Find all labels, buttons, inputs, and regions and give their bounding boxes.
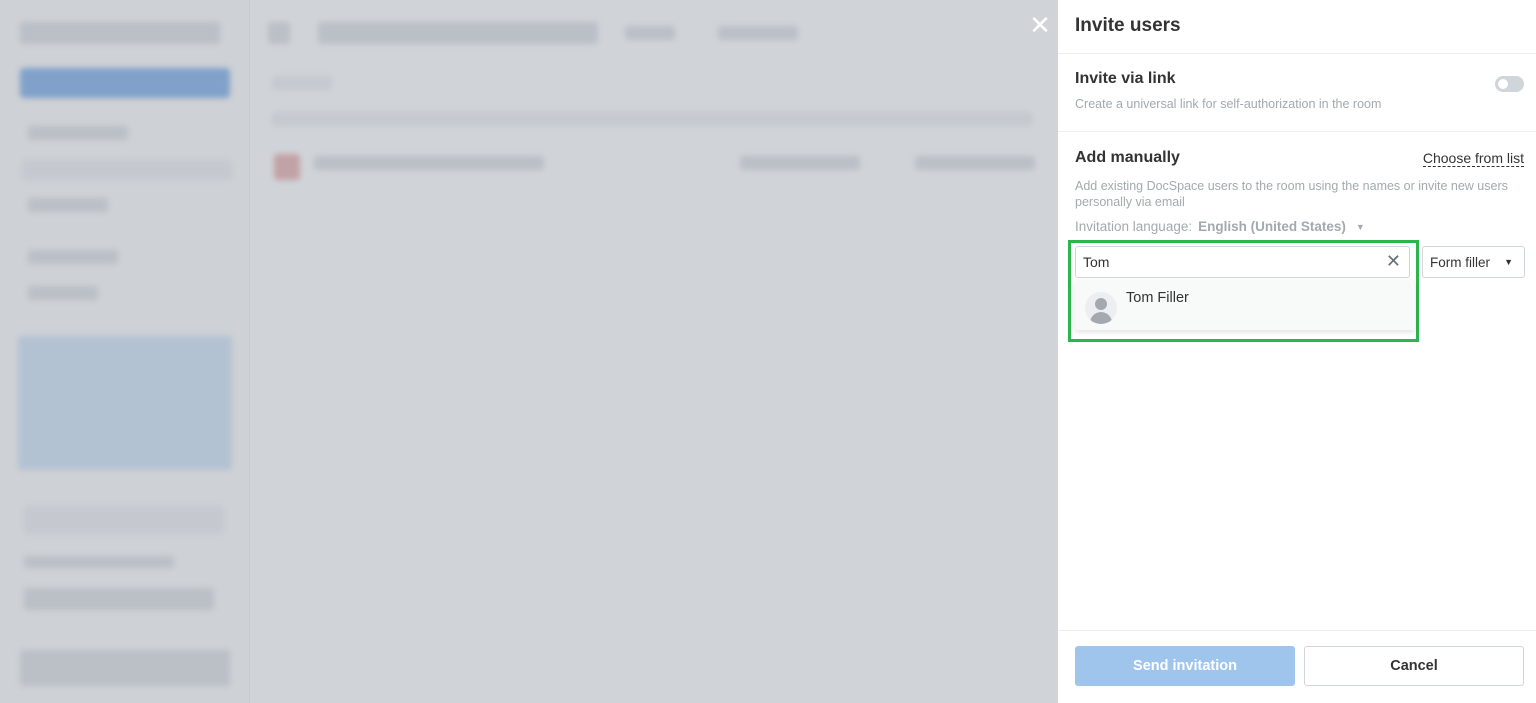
panel-header: Invite users — [1058, 0, 1536, 54]
invitation-language-select[interactable]: English (United States) — [1198, 219, 1346, 234]
invite-users-panel: Invite users Invite via link Create a un… — [1058, 0, 1536, 703]
chevron-down-icon[interactable]: ▼ — [1356, 222, 1365, 232]
chevron-down-icon: ▼ — [1504, 257, 1513, 267]
panel-footer: Send invitation Cancel — [1058, 630, 1536, 703]
send-invitation-button[interactable]: Send invitation — [1075, 646, 1295, 686]
search-result-item[interactable]: Tom Filler — [1075, 280, 1415, 330]
access-role-label: Form filler — [1430, 254, 1490, 270]
invite-via-link-title: Invite via link — [1075, 70, 1176, 87]
add-manually-title: Add manually — [1075, 149, 1180, 166]
invitation-language-row: Invitation language: English (United Sta… — [1075, 219, 1524, 234]
search-result-name: Tom Filler — [1126, 290, 1189, 306]
modal-backdrop[interactable] — [0, 0, 1058, 703]
invite-via-link-section: Invite via link Create a universal link … — [1058, 54, 1536, 132]
avatar — [1085, 292, 1117, 324]
invite-via-link-description: Create a universal link for self-authori… — [1075, 97, 1382, 111]
invitation-language-label: Invitation language: — [1075, 219, 1193, 234]
user-search-box[interactable]: ✕ — [1075, 246, 1410, 278]
invite-link-toggle[interactable] — [1495, 76, 1524, 92]
add-manually-section: Add manually Choose from list Add existi… — [1058, 132, 1536, 356]
cancel-button[interactable]: Cancel — [1304, 646, 1524, 686]
close-icon[interactable]: ✕ — [1026, 12, 1054, 40]
panel-title: Invite users — [1075, 15, 1181, 36]
clear-search-icon[interactable]: ✕ — [1386, 252, 1401, 272]
add-manually-description: Add existing DocSpace users to the room … — [1075, 179, 1508, 209]
access-role-select[interactable]: Form filler ▼ — [1422, 246, 1525, 278]
user-search-area: ✕ Tom Filler Form filler ▼ — [1068, 240, 1525, 356]
choose-from-list-link[interactable]: Choose from list — [1422, 150, 1524, 167]
user-search-input[interactable] — [1083, 254, 1373, 270]
toggle-knob — [1498, 79, 1508, 89]
